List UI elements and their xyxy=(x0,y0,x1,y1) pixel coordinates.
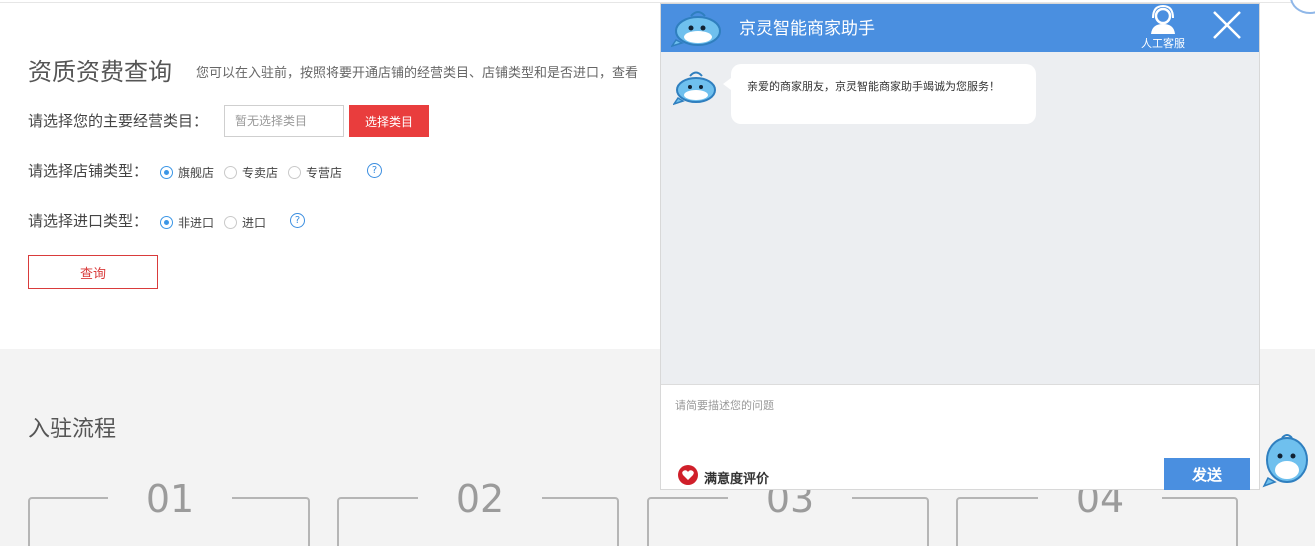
query-button[interactable]: 查询 xyxy=(28,255,158,289)
satisfaction-rating-link[interactable]: 满意度评价 xyxy=(677,464,769,490)
radio-label: 非进口 xyxy=(178,216,215,230)
chat-message-input[interactable] xyxy=(675,397,1245,447)
radio-dot xyxy=(224,166,238,179)
query-description: 您可以在入驻前，按照将要开通店铺的经营类目、店铺类型和是否进口，查看 xyxy=(196,66,639,81)
radio-label: 专营店 xyxy=(306,166,343,180)
heart-icon xyxy=(677,464,699,490)
page: 资质资费查询 您可以在入驻前，按照将要开通店铺的经营类目、店铺类型和是否进口，查… xyxy=(0,0,1315,546)
query-section-title: 资质资费查询 xyxy=(28,58,172,86)
store-type-help-icon[interactable]: ? xyxy=(367,163,382,178)
chat-input-area: 满意度评价 发送 xyxy=(661,384,1259,490)
chat-panel: 京灵智能商家助手 人工客服 亲爱的商家朋友，京灵智能商家助手竭诚为您服务！ 请简… xyxy=(660,3,1260,490)
radio-dot xyxy=(160,216,173,229)
corner-float-button[interactable] xyxy=(1290,0,1315,14)
chat-header: 京灵智能商家助手 人工客服 xyxy=(661,4,1259,52)
radio-store-exclusive[interactable]: 专卖店 xyxy=(224,164,278,181)
human-agent-button[interactable]: 人工客服 xyxy=(1131,4,1195,52)
category-input[interactable] xyxy=(224,105,344,137)
radio-label: 进口 xyxy=(242,216,267,230)
import-type-label: 请选择进口类型： xyxy=(28,212,149,230)
store-type-label: 请选择店铺类型： xyxy=(28,162,149,180)
store-type-radio-group: 旗舰店 专卖店 专营店 xyxy=(160,164,352,181)
customer-service-icon xyxy=(1151,4,1175,34)
whale-mascot-icon xyxy=(670,6,725,52)
radio-dot xyxy=(224,216,238,229)
send-button[interactable]: 发送 xyxy=(1164,458,1250,490)
human-agent-label: 人工客服 xyxy=(1141,37,1185,50)
import-type-help-icon[interactable]: ? xyxy=(290,213,305,228)
select-category-button[interactable]: 选择类目 xyxy=(349,105,429,137)
radio-store-flagship[interactable]: 旗舰店 xyxy=(160,164,214,181)
process-step-number: 01 xyxy=(108,477,232,521)
category-label: 请选择您的主要经营类目： xyxy=(28,112,209,130)
chat-title: 京灵智能商家助手 xyxy=(739,19,875,39)
radio-import-imported[interactable]: 进口 xyxy=(224,214,266,231)
floating-assistant-icon[interactable] xyxy=(1262,432,1312,492)
bot-avatar xyxy=(672,66,719,110)
process-step-number: 02 xyxy=(418,477,542,521)
radio-store-specialty[interactable]: 专营店 xyxy=(288,164,342,181)
rating-label: 满意度评价 xyxy=(704,471,770,487)
radio-import-domestic[interactable]: 非进口 xyxy=(160,214,214,231)
radio-label: 专卖店 xyxy=(242,166,279,180)
close-icon[interactable] xyxy=(1209,7,1245,43)
bot-message-bubble: 亲爱的商家朋友，京灵智能商家助手竭诚为您服务！ xyxy=(723,64,1036,124)
import-type-radio-group: 非进口 进口 xyxy=(160,214,276,231)
radio-dot xyxy=(160,166,173,179)
radio-dot xyxy=(288,166,302,179)
process-section-title: 入驻流程 xyxy=(28,417,117,442)
radio-label: 旗舰店 xyxy=(178,166,215,180)
